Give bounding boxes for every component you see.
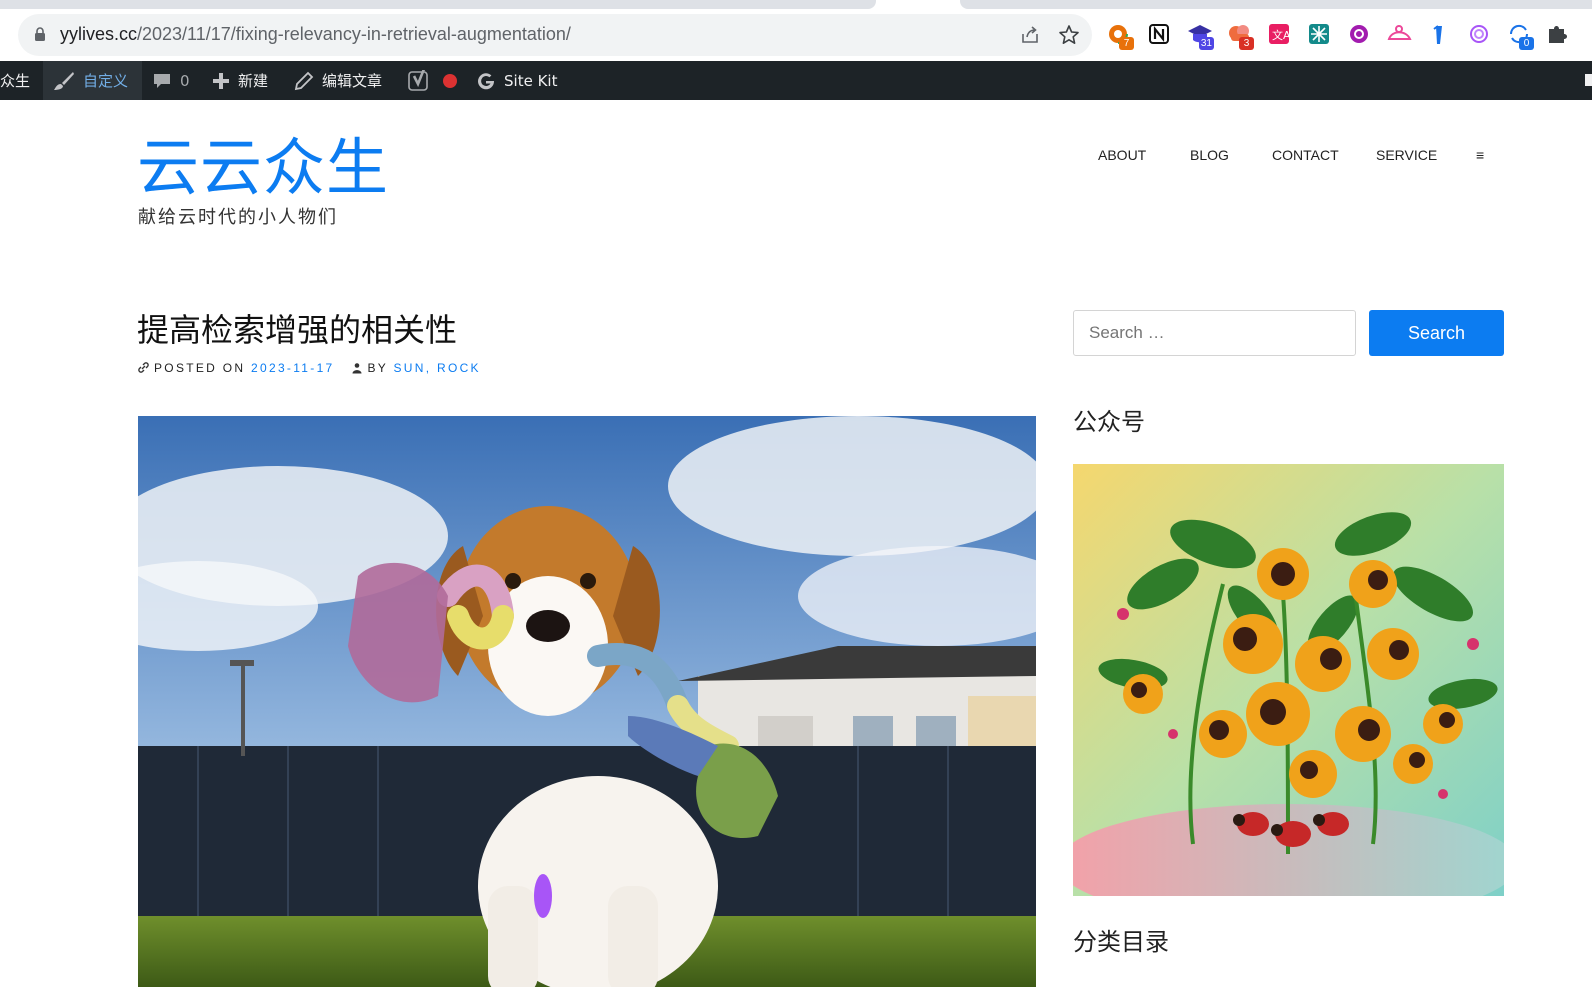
post-title: 提高检索增强的相关性 — [137, 311, 458, 349]
ext-badge: 3 — [1239, 37, 1254, 50]
admin-customize-label: 自定义 — [83, 72, 129, 90]
yoast-icon — [408, 69, 428, 91]
widget-title-wechat: 公众号 — [1073, 408, 1145, 436]
pencil-icon — [294, 71, 314, 90]
ext-badge: 31 — [1198, 37, 1214, 50]
google-g-icon — [478, 72, 495, 89]
address-bar[interactable]: yylives.cc/2023/11/17/fixing-relevancy-i… — [18, 14, 1092, 56]
admin-account-link[interactable] — [1582, 70, 1592, 94]
sync-icon[interactable]: 0 — [1506, 20, 1534, 50]
wechat-qr-image — [1073, 464, 1504, 896]
nav-item-blog[interactable]: BLOG — [1190, 147, 1229, 163]
comment-icon — [154, 73, 170, 88]
site-title[interactable]: 云云众生 — [137, 133, 389, 203]
admin-yoast-link[interactable] — [408, 61, 458, 100]
grid-app-icon[interactable] — [1306, 20, 1334, 50]
notion-icon[interactable] — [1146, 20, 1174, 50]
admin-sitekit-label: Site Kit — [504, 71, 558, 90]
nav-item-service[interactable]: SERVICE — [1376, 147, 1437, 163]
seo-status-dot-icon — [443, 73, 457, 88]
post-author-link[interactable]: SUN, ROCK — [393, 361, 480, 375]
admin-sitekit-link[interactable]: Site Kit — [476, 61, 557, 100]
share-icon[interactable] — [1020, 25, 1040, 45]
admin-new-link[interactable]: 新建 — [212, 61, 268, 100]
site-tagline: 献给云时代的小人物们 — [138, 207, 338, 228]
posted-on-label: POSTED ON — [154, 361, 246, 375]
search-input[interactable] — [1073, 310, 1356, 356]
post-date-link[interactable]: 2023-11-17 — [251, 361, 335, 375]
by-label: BY — [367, 361, 388, 375]
link-icon — [138, 362, 149, 373]
url-text[interactable]: yylives.cc/2023/11/17/fixing-relevancy-i… — [60, 24, 571, 45]
star-icon[interactable] — [1058, 24, 1080, 46]
user-icon — [352, 363, 362, 374]
ext-badge: 0 — [1519, 37, 1534, 50]
ext-orange-circle-icon[interactable]: 7 — [1106, 20, 1134, 50]
blue-bar-icon[interactable] — [1426, 20, 1454, 50]
admin-comments-count: 0 — [180, 71, 190, 90]
tab-strip — [0, 0, 1592, 9]
brush-icon — [54, 71, 74, 90]
search-button[interactable]: Search — [1369, 310, 1504, 356]
lock-icon[interactable] — [34, 27, 46, 41]
purple-circle-icon[interactable] — [1346, 20, 1374, 50]
admin-comments-link[interactable]: 0 — [152, 61, 190, 100]
admin-site-link[interactable]: 众生 — [0, 61, 30, 100]
account-icon — [1585, 74, 1592, 86]
grad-cap-icon[interactable]: 31 — [1186, 20, 1214, 50]
cloud-icon[interactable]: 3 — [1226, 20, 1254, 50]
puzzle-icon[interactable] — [1544, 20, 1572, 50]
admin-edit-post-link[interactable]: 编辑文章 — [294, 61, 382, 100]
browser-chrome: yylives.cc/2023/11/17/fixing-relevancy-i… — [0, 0, 1592, 61]
menu-toggle-icon[interactable]: ≡ — [1476, 147, 1484, 163]
openai-icon[interactable] — [1466, 20, 1494, 50]
nav-item-about[interactable]: ABOUT — [1098, 147, 1146, 163]
plus-icon — [213, 72, 229, 89]
featured-image — [138, 416, 1036, 987]
inactive-tab[interactable] — [0, 0, 876, 9]
inactive-tab[interactable] — [960, 0, 1592, 9]
post-meta: POSTED ON 2023-11-17 BY SUN, ROCK — [137, 361, 481, 375]
translate-icon[interactable]: 文A — [1266, 20, 1294, 50]
svg-text:文A: 文A — [1272, 28, 1291, 42]
nav-item-contact[interactable]: CONTACT — [1272, 147, 1339, 163]
url-host: yylives.cc — [60, 24, 138, 44]
ext-badge: 7 — [1119, 37, 1134, 50]
pink-hat-icon[interactable] — [1386, 20, 1414, 50]
wp-admin-bar: 众生 自定义 0 新建 编辑文章 Site Kit — [0, 61, 1592, 100]
widget-title-categories: 分类目录 — [1073, 928, 1169, 956]
admin-new-label: 新建 — [238, 72, 269, 90]
dog-photo — [138, 416, 1036, 987]
admin-site-name: 众生 — [0, 72, 31, 90]
url-path: /2023/11/17/fixing-relevancy-in-retrieva… — [137, 24, 571, 44]
admin-edit-label: 编辑文章 — [322, 72, 383, 90]
admin-customize-link[interactable]: 自定义 — [43, 61, 142, 100]
ants-illustration — [1073, 464, 1504, 896]
